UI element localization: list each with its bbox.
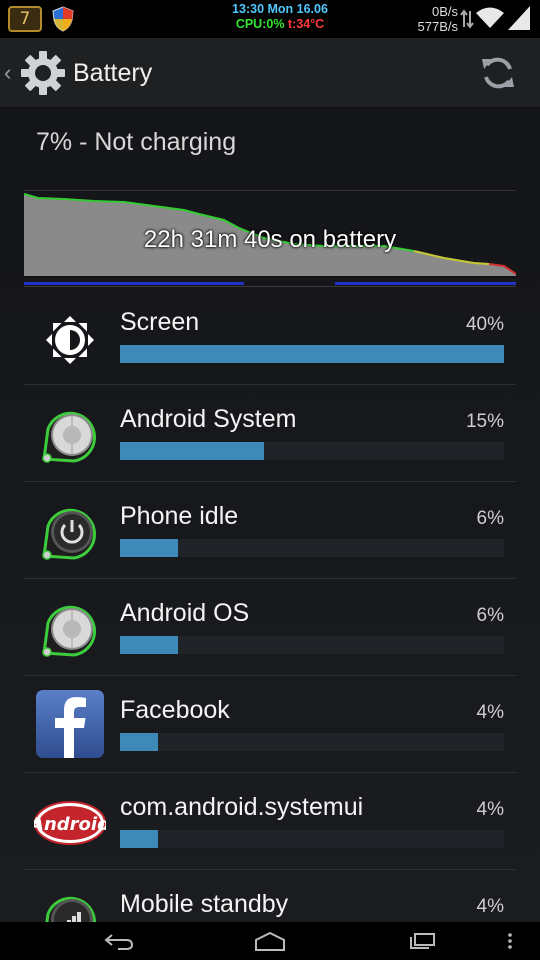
usage-bar-fill xyxy=(120,442,264,460)
refresh-icon[interactable] xyxy=(480,55,516,91)
navigation-bar xyxy=(0,922,540,960)
status-cpu: CPU:0% xyxy=(235,17,285,31)
usage-item-percent: 6% xyxy=(476,605,504,626)
android-logo-icon: Android xyxy=(34,801,106,845)
usage-bar-track xyxy=(120,442,504,460)
usage-bar-track xyxy=(120,539,504,557)
usage-item-label: Facebook xyxy=(120,696,230,724)
home-icon[interactable] xyxy=(254,931,286,951)
brightness-icon xyxy=(46,316,94,364)
usage-bar-fill xyxy=(120,539,178,557)
usage-bar-track xyxy=(120,636,504,654)
usage-bar-fill xyxy=(120,830,159,848)
page-title: Battery xyxy=(73,59,153,87)
usage-bar-track xyxy=(120,345,504,363)
graph-screen-on-bar-1 xyxy=(24,282,244,285)
usage-item-label: Android OS xyxy=(120,599,250,627)
status-clock: 13:30 Mon 16.06 CPU:0% t:34°C xyxy=(200,2,360,32)
usage-bar-fill xyxy=(120,636,178,654)
usage-bar-fill xyxy=(120,345,504,363)
network-up: 0B/s xyxy=(431,4,458,19)
battery-content: 7% - Not charging 22h 31m 40s on battery xyxy=(0,108,540,922)
usage-item-facebook[interactable]: Facebook 4% xyxy=(24,676,516,773)
usage-item-label: Screen xyxy=(120,308,200,336)
usage-bar-track xyxy=(120,733,504,751)
recent-apps-icon[interactable] xyxy=(406,932,436,950)
usage-item-percent: 15% xyxy=(465,411,504,432)
usage-list: Screen 40% Android System 15% Phone idle… xyxy=(24,288,516,922)
wifi-icon xyxy=(476,7,504,28)
usage-item-label: Mobile standby xyxy=(120,890,289,918)
usage-item-label: Phone idle xyxy=(120,502,239,530)
status-temp: t:34°C xyxy=(287,17,325,31)
usage-item-screen[interactable]: Screen 40% xyxy=(24,288,516,385)
usage-item-percent: 6% xyxy=(476,508,504,529)
status-bar: 7 13:30 Mon 16.06 CPU:0% t:34°C 0B/s 577… xyxy=(0,0,540,38)
usage-bar-fill xyxy=(120,733,159,751)
android-os-icon xyxy=(42,605,96,657)
notification-count-icon: 7 xyxy=(8,6,42,32)
usage-item-label: Android System xyxy=(120,405,297,433)
graph-baseline xyxy=(24,276,516,278)
graph-screen-on-bar-2 xyxy=(335,282,516,285)
battery-status: 7% - Not charging xyxy=(36,128,237,156)
usage-item-phone-idle[interactable]: Phone idle 6% xyxy=(24,482,516,579)
usage-item-percent: 40% xyxy=(465,314,504,335)
overflow-menu-icon[interactable] xyxy=(500,932,520,950)
network-speed: 0B/s 577B/s xyxy=(418,4,458,34)
android-wordmark: Android xyxy=(34,814,106,835)
graph-axis-line xyxy=(24,286,516,287)
usage-item-percent: 4% xyxy=(476,799,504,820)
back-icon[interactable] xyxy=(104,932,134,950)
signal-icon xyxy=(45,896,96,922)
status-time: 13:30 Mon 16.06 xyxy=(232,2,328,16)
android-system-icon xyxy=(42,411,96,463)
power-icon xyxy=(42,508,96,560)
usage-item-percent: 4% xyxy=(476,702,504,723)
time-on-battery: 22h 31m 40s on battery xyxy=(143,226,397,253)
usage-item-android-system[interactable]: Android System 15% xyxy=(24,385,516,482)
action-bar: ‹ Battery xyxy=(0,38,540,108)
shield-icon xyxy=(52,6,74,32)
settings-gear-icon[interactable] xyxy=(20,50,66,96)
data-transfer-icon xyxy=(460,9,474,29)
usage-item-label: com.android.systemui xyxy=(120,793,364,821)
usage-bar-track xyxy=(120,830,504,848)
network-down: 577B/s xyxy=(417,19,458,34)
facebook-icon xyxy=(36,690,104,758)
cell-signal-icon xyxy=(508,6,530,30)
usage-item-android-os[interactable]: Android OS 6% xyxy=(24,579,516,676)
usage-item-mobile-standby[interactable]: Mobile standby 4% xyxy=(24,870,516,922)
up-chevron-icon[interactable]: ‹ xyxy=(4,60,11,86)
usage-item-systemui[interactable]: Android com.android.systemui 4% xyxy=(24,773,516,870)
usage-item-percent: 4% xyxy=(476,896,504,917)
